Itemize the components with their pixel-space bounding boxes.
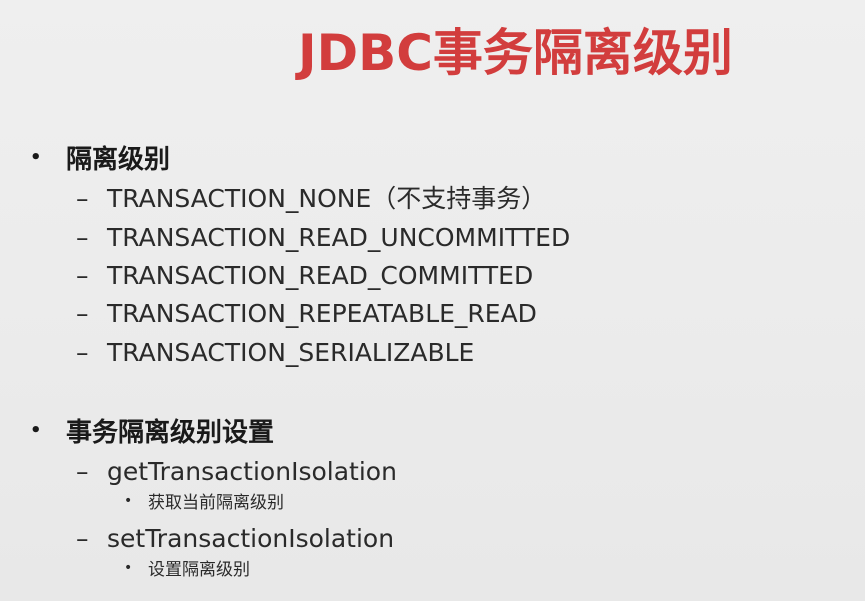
- list-item-text: TRANSACTION_READ_COMMITTED: [107, 261, 534, 290]
- dot-icon: •: [124, 493, 133, 509]
- bullet-icon: •: [30, 420, 42, 441]
- dash-icon: –: [76, 184, 89, 213]
- sub-list-item-text: 设置隔离级别: [148, 560, 250, 580]
- dash-icon: –: [76, 261, 89, 290]
- list-item-text: TRANSACTION_REPEATABLE_READ: [107, 299, 537, 328]
- list-item-text: setTransactionIsolation: [107, 524, 395, 553]
- dash-icon: –: [76, 299, 89, 328]
- section-heading: 隔离级别: [66, 145, 171, 175]
- list-item-text: getTransactionIsolation: [107, 457, 397, 486]
- list-item-text: TRANSACTION_SERIALIZABLE: [107, 338, 475, 367]
- list-item-text: TRANSACTION_READ_UNCOMMITTED: [107, 223, 571, 252]
- dash-icon: –: [76, 524, 89, 553]
- bullet-icon: •: [30, 147, 42, 168]
- slide-title: JDBC事务隔离级别: [298, 24, 733, 82]
- list-item-text: TRANSACTION_NONE（不支持事务）: [107, 184, 547, 213]
- slide: JDBC事务隔离级别 • 隔离级别 – TRANSACTION_NONE（不支持…: [0, 0, 865, 601]
- dash-icon: –: [76, 223, 89, 252]
- dot-icon: •: [124, 560, 133, 576]
- section-heading: 事务隔离级别设置: [66, 418, 275, 448]
- dash-icon: –: [76, 457, 89, 486]
- dash-icon: –: [76, 338, 89, 367]
- sub-list-item-text: 获取当前隔离级别: [148, 493, 284, 513]
